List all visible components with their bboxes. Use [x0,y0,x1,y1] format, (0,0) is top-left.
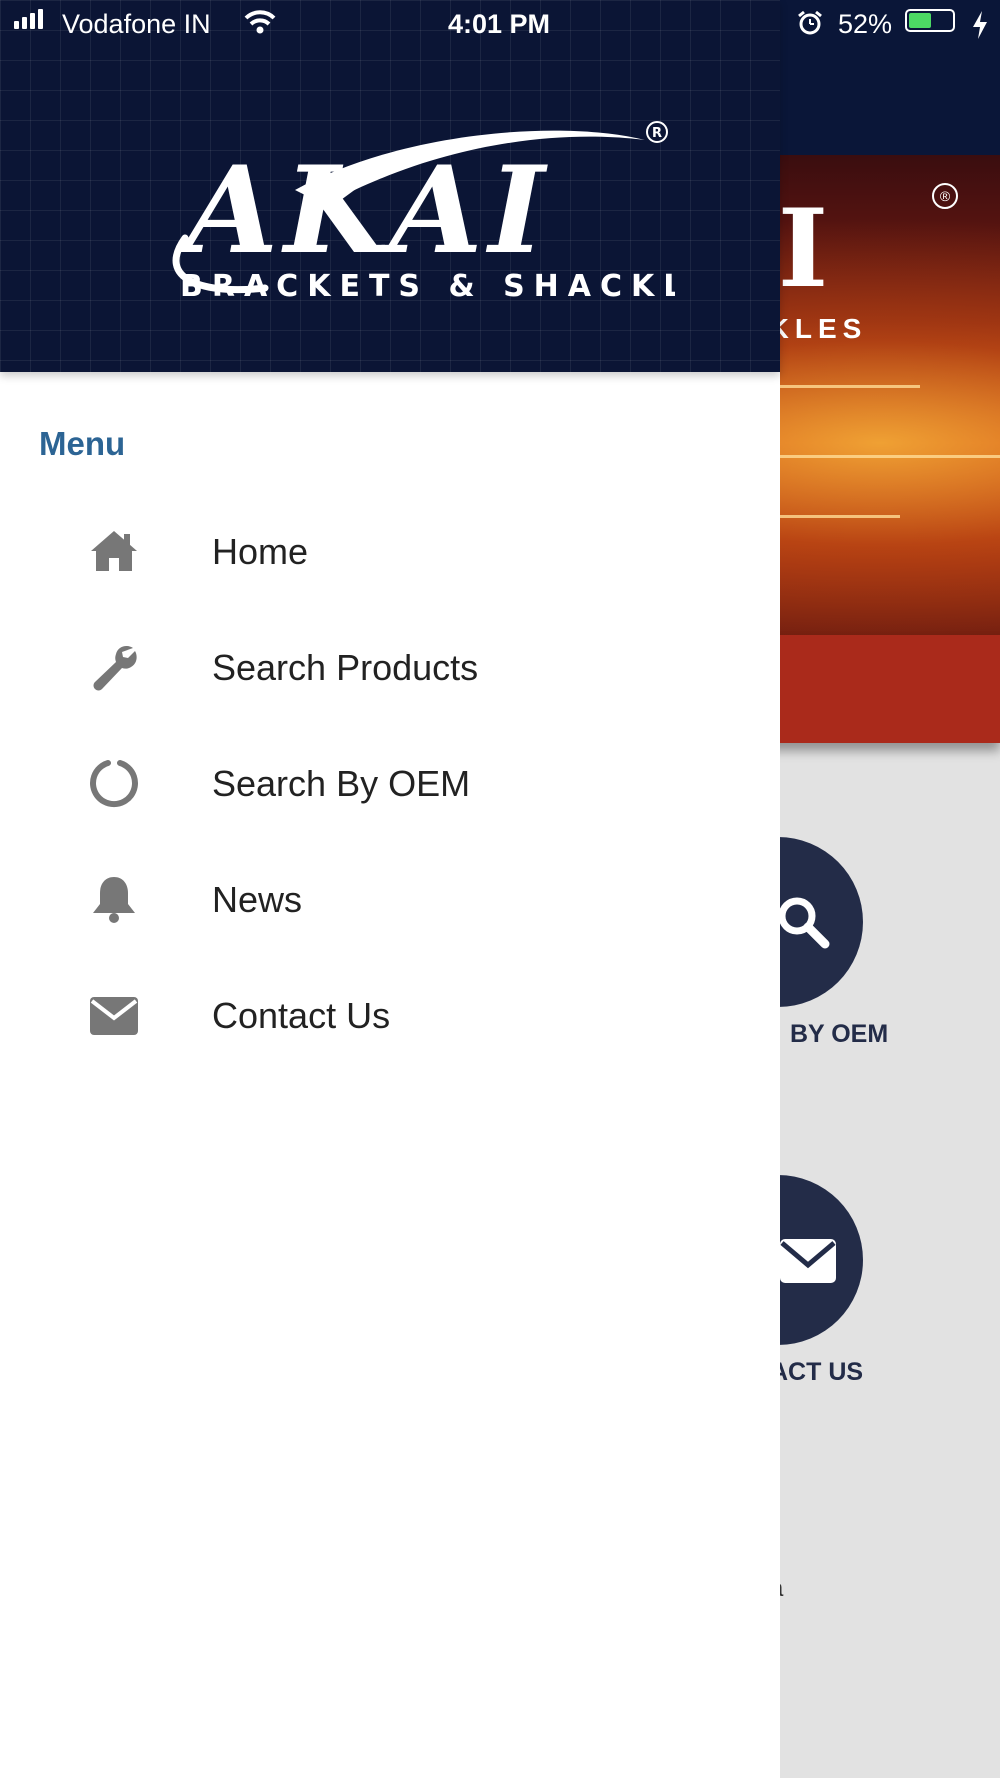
registered-mark: ® [932,183,958,209]
navigation-drawer: AKAI BRACKETS & SHACKLES R Menu Home Sea… [0,0,780,1778]
menu-item-news[interactable]: News [0,843,780,959]
battery-fill [909,13,931,28]
wrench-icon [93,646,137,691]
circle-notch-icon [90,760,138,808]
wifi-icon [244,10,276,34]
contact-us-tile-label: ACT US [770,1358,864,1386]
bell-icon [93,877,135,923]
menu-item-search-products[interactable]: Search Products [0,611,780,727]
menu-item-contact-us[interactable]: Contact Us [0,959,780,1075]
menu-title: Menu [39,425,126,462]
menu-item-label: Search Products [212,647,479,688]
menu-item-home[interactable]: Home [0,495,780,611]
status-time: 4:01 PM [448,9,551,39]
signal-strength-icon [14,9,43,29]
menu-item-label: Home [212,531,309,572]
logo-registered-mark: R [652,126,662,141]
logo-tagline-text: BRACKETS & SHACKLES [180,269,675,304]
envelope-icon [780,1239,836,1283]
battery-percentage: 52% [838,9,893,39]
logo-brand-text: AKAI [175,140,551,281]
battery-icon [905,9,955,32]
status-bar: Vodafone IN 4:01 PM 52% [0,0,1000,50]
envelope-icon [90,997,138,1035]
menu-item-label: Contact Us [212,995,391,1036]
alarm-icon [798,10,822,35]
menu-item-label: Search By OEM [212,763,471,804]
search-icon [778,897,830,949]
menu-item-search-by-oem[interactable]: Search By OEM [0,727,780,843]
charging-bolt-icon [973,11,987,39]
menu-item-label: News [212,879,303,920]
akai-logo: AKAI BRACKETS & SHACKLES R [172,121,675,304]
carrier-name: Vodafone IN [62,9,211,39]
drawer-header: AKAI BRACKETS & SHACKLES R [0,0,780,372]
search-oem-tile-label: BY OEM [790,1020,889,1048]
home-icon [91,531,137,571]
